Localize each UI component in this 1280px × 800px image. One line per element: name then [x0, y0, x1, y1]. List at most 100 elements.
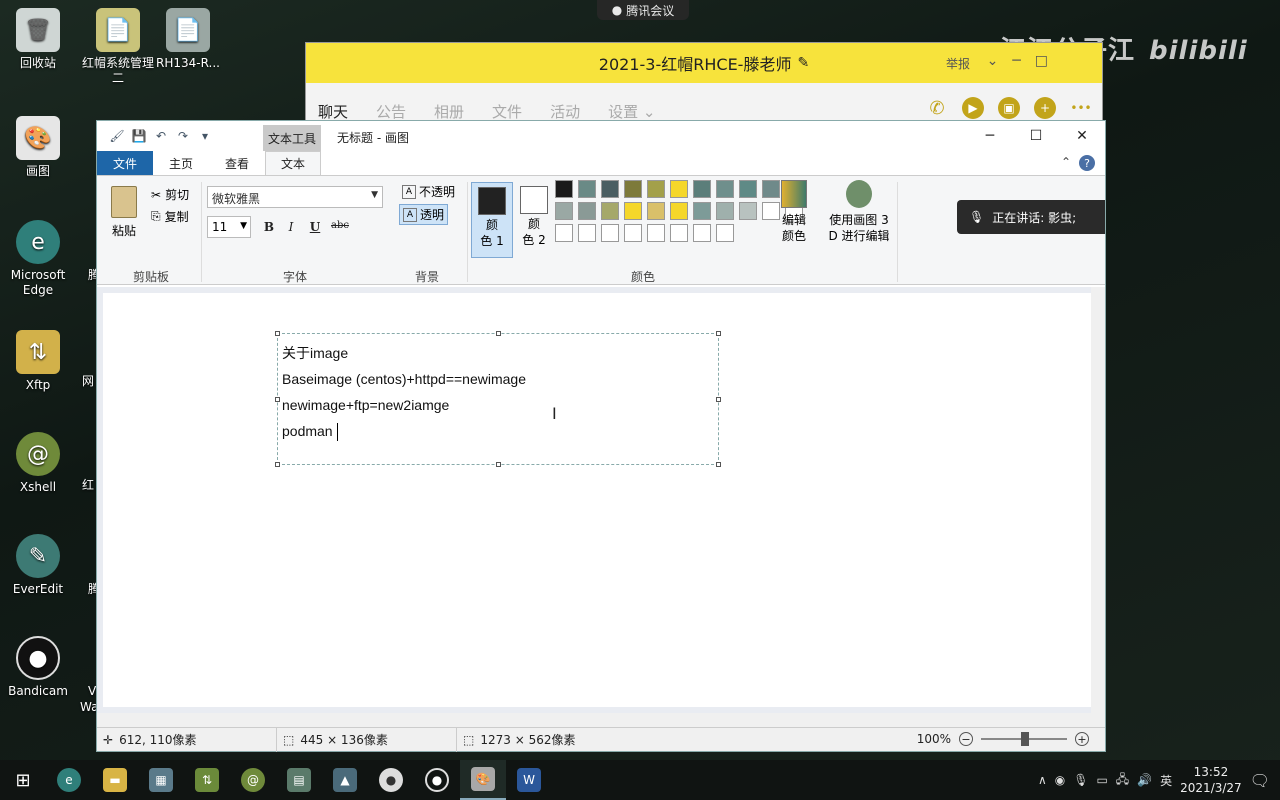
tray-overflow-icon[interactable]: ∧: [1038, 773, 1047, 787]
resize-handle[interactable]: [716, 331, 721, 336]
palette-swatch[interactable]: [624, 202, 642, 220]
underline-button[interactable]: U: [305, 220, 325, 238]
palette-swatch[interactable]: [601, 224, 619, 242]
tab-album[interactable]: 相册: [434, 101, 464, 122]
paint-window[interactable]: 🖌 💾 ↶ ↷ ▾ 文本工具 无标题 - 画图 ─ ☐ ✕ 文件 主页 查看 文…: [96, 120, 1106, 752]
zoom-in-button[interactable]: +: [1075, 732, 1089, 746]
palette-swatch[interactable]: [670, 180, 688, 198]
palette-swatch[interactable]: [601, 180, 619, 198]
ime-indicator[interactable]: 英: [1160, 772, 1172, 789]
desktop-icon-xftp[interactable]: ⇅ Xftp: [0, 330, 76, 393]
taskbar-app-2[interactable]: ▤: [276, 760, 322, 800]
font-size-select[interactable]: 11 ▼: [207, 216, 251, 238]
palette-swatch[interactable]: [624, 224, 642, 242]
clock[interactable]: 13:52 2021/3/27: [1180, 764, 1242, 796]
edit-colors-button[interactable]: 编辑 颜色: [779, 180, 809, 244]
taskbar-xshell[interactable]: @: [230, 760, 276, 800]
resize-handle[interactable]: [716, 397, 721, 402]
tencent-meeting-indicator[interactable]: ● 腾讯会议: [597, 0, 689, 20]
palette-swatch[interactable]: [647, 202, 665, 220]
desktop-icon-xshell[interactable]: @ Xshell: [0, 432, 76, 495]
close-button[interactable]: ✕: [1059, 121, 1105, 151]
palette-swatch[interactable]: [762, 180, 780, 198]
tab-view[interactable]: 查看: [209, 151, 265, 175]
edit-icon[interactable]: ✎: [797, 55, 809, 71]
palette-swatch[interactable]: [624, 180, 642, 198]
transparent-option[interactable]: A 透明: [399, 204, 449, 225]
palette-swatch[interactable]: [693, 202, 711, 220]
tray-app-icon[interactable]: ◉: [1055, 773, 1065, 787]
taskbar-word[interactable]: W: [506, 760, 552, 800]
start-button[interactable]: ⊞: [0, 760, 46, 800]
opaque-option[interactable]: A 不透明: [399, 182, 458, 201]
maximize-button[interactable]: ☐: [1013, 121, 1059, 151]
palette-swatch[interactable]: [693, 180, 711, 198]
collapse-ribbon-icon[interactable]: ⌃: [1061, 155, 1071, 171]
palette-swatch[interactable]: [578, 180, 596, 198]
report-link[interactable]: 举报: [946, 55, 970, 72]
zoom-out-button[interactable]: −: [959, 732, 973, 746]
drawing-canvas[interactable]: 关于image Baseimage (centos)+httpd==newima…: [103, 293, 1091, 707]
zoom-slider-thumb[interactable]: [1021, 732, 1029, 746]
tray-mic-icon[interactable]: 🎙: [1073, 773, 1088, 787]
palette-swatch[interactable]: [647, 224, 665, 242]
customize-qat-icon[interactable]: ▾: [197, 128, 213, 144]
taskbar-paint[interactable]: 🎨: [460, 760, 506, 800]
tab-activity[interactable]: 活动: [550, 101, 580, 122]
desktop-icon-redhat-admin[interactable]: 📄 红帽系统管理二: [80, 8, 156, 86]
vertical-scrollbar[interactable]: [1091, 287, 1105, 727]
resize-handle[interactable]: [716, 462, 721, 467]
palette-swatch[interactable]: [670, 202, 688, 220]
palette-swatch[interactable]: [716, 224, 734, 242]
palette-swatch[interactable]: [739, 202, 757, 220]
resize-handle[interactable]: [496, 331, 501, 336]
taskbar-explorer[interactable]: ▬: [92, 760, 138, 800]
volume-icon[interactable]: 🔊: [1137, 773, 1152, 787]
taskbar-app-4[interactable]: ●: [368, 760, 414, 800]
chat-window-controls[interactable]: ⌄─□: [987, 53, 1062, 69]
taskbar-app-3[interactable]: ▲: [322, 760, 368, 800]
tab-files[interactable]: 文件: [492, 101, 522, 122]
share-screen-icon[interactable]: ▣: [998, 97, 1020, 119]
desktop-icon-edge[interactable]: e Microsoft Edge: [0, 220, 76, 298]
color-1-button[interactable]: 颜 色 1: [471, 182, 513, 258]
network-icon[interactable]: 🖧: [1116, 770, 1129, 791]
zoom-slider[interactable]: [981, 732, 1067, 746]
help-icon[interactable]: ?: [1079, 155, 1095, 171]
tab-file[interactable]: 文件: [97, 151, 153, 175]
cut-button[interactable]: ✂ 剪切: [151, 186, 189, 203]
resize-handle[interactable]: [275, 331, 280, 336]
edit-with-paint-3d-button[interactable]: 使用画图 3 D 进行编辑: [827, 180, 891, 244]
bold-button[interactable]: B: [259, 220, 279, 238]
undo-icon[interactable]: ↶: [153, 128, 169, 144]
color-2-button[interactable]: 颜 色 2: [513, 182, 555, 258]
tab-chat[interactable]: 聊天: [318, 101, 348, 122]
palette-swatch[interactable]: [578, 202, 596, 220]
more-icon[interactable]: •••: [1070, 97, 1092, 119]
palette-swatch[interactable]: [716, 202, 734, 220]
text-box[interactable]: 关于image Baseimage (centos)+httpd==newima…: [275, 331, 721, 467]
palette-swatch[interactable]: [716, 180, 734, 198]
strikethrough-button[interactable]: abc: [329, 220, 351, 238]
taskbar-app-1[interactable]: ▦: [138, 760, 184, 800]
desktop-icon-bandicam[interactable]: ● Bandicam: [0, 636, 76, 699]
italic-button[interactable]: I: [281, 220, 301, 238]
tab-notice[interactable]: 公告: [376, 101, 406, 122]
resize-handle[interactable]: [275, 462, 280, 467]
desktop-icon-recycle-bin[interactable]: 🗑 回收站: [0, 8, 76, 71]
taskbar-app-5[interactable]: ●: [414, 760, 460, 800]
palette-swatch[interactable]: [555, 224, 573, 242]
horizontal-scrollbar[interactable]: [97, 713, 1091, 727]
tab-home[interactable]: 主页: [153, 151, 209, 175]
tab-settings[interactable]: 设置 ⌄: [608, 101, 655, 122]
font-family-select[interactable]: 微软雅黑 ▼: [207, 186, 383, 208]
palette-swatch[interactable]: [647, 180, 665, 198]
palette-swatch[interactable]: [693, 224, 711, 242]
resize-handle[interactable]: [275, 397, 280, 402]
tab-text[interactable]: 文本: [265, 151, 321, 175]
taskbar-xftp[interactable]: ⇅: [184, 760, 230, 800]
tray-battery-icon[interactable]: ▭: [1096, 773, 1107, 787]
palette-swatch[interactable]: [739, 180, 757, 198]
desktop-icon-rh134[interactable]: 📄 RH134-R...: [150, 8, 226, 71]
taskbar-edge[interactable]: e: [46, 760, 92, 800]
